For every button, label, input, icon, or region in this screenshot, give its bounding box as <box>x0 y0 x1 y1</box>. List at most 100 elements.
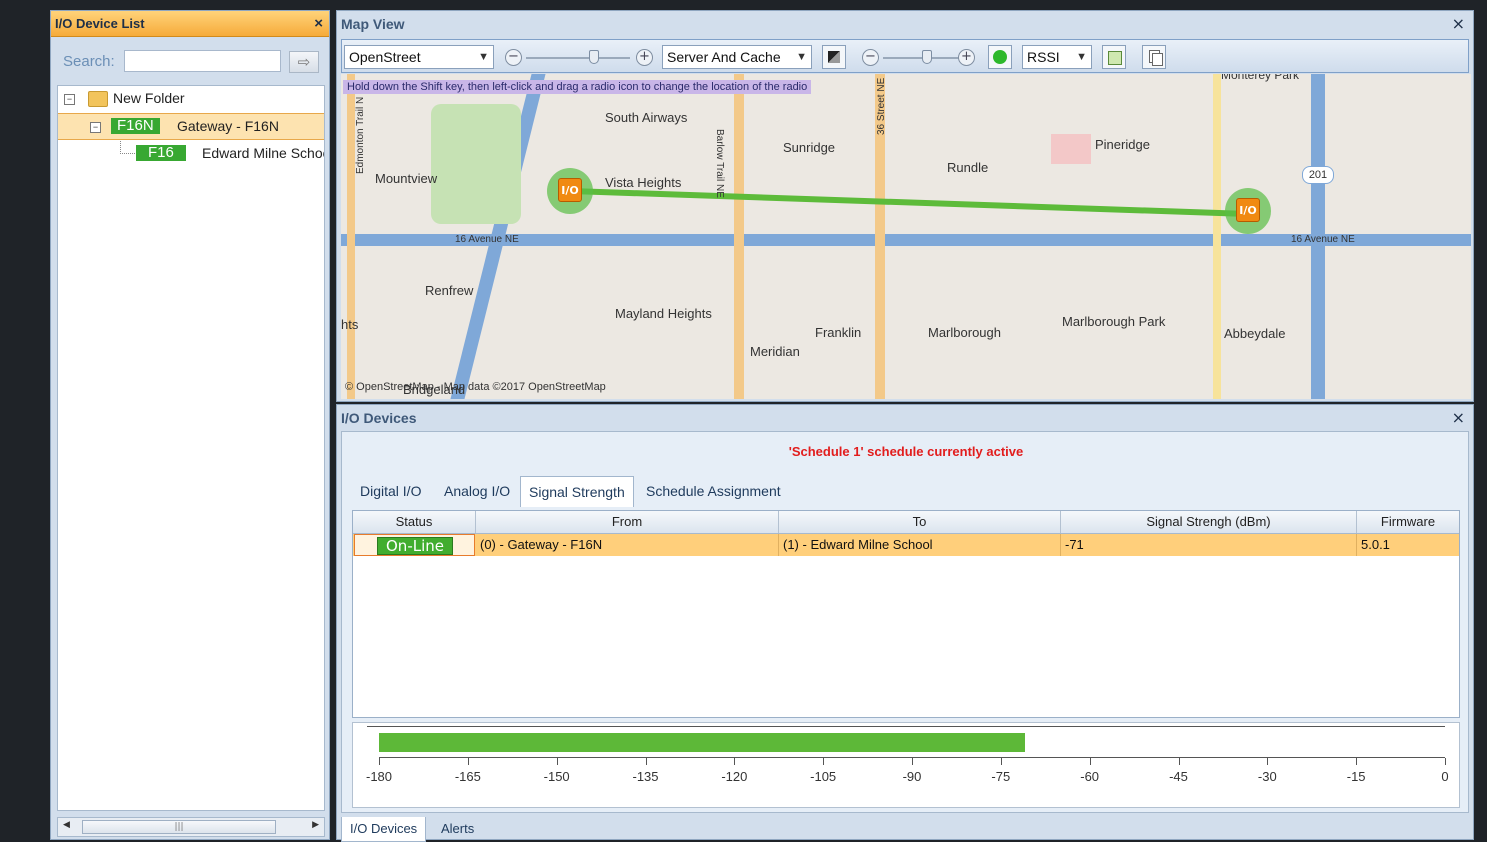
zoom-in-icon[interactable]: + <box>636 49 653 66</box>
devices-content: 'Schedule 1' schedule currently active D… <box>341 431 1469 813</box>
schedule-status: 'Schedule 1' schedule currently active <box>788 444 1024 459</box>
io-device-list-panel: I/O Device List × Search: ⇨ − New Folder… <box>50 10 330 840</box>
meter-tick-label: -75 <box>991 769 1011 784</box>
horizontal-scrollbar[interactable]: ◀ ||| ▶ <box>57 817 325 837</box>
chevron-down-icon: ▼ <box>796 51 807 63</box>
column-header-firmware[interactable]: Firmware <box>1357 511 1459 533</box>
map-road-label: 16 Avenue NE <box>455 234 519 245</box>
tab-schedule-assignment[interactable]: Schedule Assignment <box>638 476 789 506</box>
meter-tick-label: -135 <box>632 769 659 784</box>
map-toolbar: OpenStreet ▼ − + Server And Cache ▼ − + … <box>341 39 1469 73</box>
zoom-out-icon[interactable]: − <box>505 49 522 66</box>
map-source-select[interactable]: OpenStreet ▼ <box>344 45 494 69</box>
map-place-label: hts <box>341 317 359 332</box>
meter-tick <box>1000 758 1002 765</box>
column-header-signal[interactable]: Signal Strengh (dBm) <box>1061 511 1357 533</box>
meter-tick-label: -45 <box>1169 769 1188 784</box>
map-hint: Hold down the Shift key, then left-click… <box>343 80 812 94</box>
tree-item-gateway[interactable]: − F16N Gateway - F16N <box>58 113 324 140</box>
io-radio-icon: I/O <box>558 178 582 202</box>
status-indicator-icon[interactable] <box>988 45 1012 69</box>
column-header-status[interactable]: Status <box>353 511 476 533</box>
search-input[interactable] <box>124 50 281 72</box>
meter-tick <box>912 758 913 765</box>
meter-tick <box>823 758 825 765</box>
radio-marker-gateway[interactable]: I/O <box>547 168 593 214</box>
meter-tick-label: 0 <box>1441 769 1449 784</box>
zoom-slider-thumb[interactable] <box>589 50 599 64</box>
meter-tick <box>467 758 469 765</box>
meter-tick-label: -60 <box>1080 769 1100 784</box>
meter-tick <box>734 758 736 765</box>
table-header: Status From To Signal Strengh (dBm) Firm… <box>353 511 1459 534</box>
tree-item-device[interactable]: F16 Edward Milne School <box>58 141 324 166</box>
meter-tick-label: -90 <box>902 769 922 784</box>
opacity-up-icon[interactable]: + <box>958 49 975 66</box>
opacity-slider-track[interactable] <box>883 57 959 59</box>
meter-tick-label: -30 <box>1257 769 1277 784</box>
radio-marker-device[interactable]: I/O <box>1225 188 1271 234</box>
map-road-label: Barlow Trail NE <box>714 129 725 198</box>
panel-title-text: I/O Device List <box>55 16 145 31</box>
meter-tick-label: -120 <box>721 769 748 784</box>
tab-alerts[interactable]: Alerts <box>433 817 482 841</box>
search-go-button[interactable]: ⇨ <box>289 51 319 73</box>
cell-firmware: 5.0.1 <box>1361 537 1390 552</box>
close-icon[interactable]: × <box>314 11 323 37</box>
tree-item-label: New Folder <box>113 90 185 106</box>
zoom-slider-track[interactable] <box>526 57 630 59</box>
meter-tick <box>1089 758 1091 765</box>
tab-io-devices[interactable]: I/O Devices <box>341 817 427 842</box>
cell-signal: -71 <box>1061 534 1357 556</box>
meter-tick-label: -165 <box>454 769 481 784</box>
map-place-label: Rundle <box>947 160 989 175</box>
search-label: Search: <box>63 53 115 70</box>
io-radio-icon: I/O <box>1236 198 1260 222</box>
meter-tick <box>379 758 380 765</box>
image-export-icon[interactable] <box>1102 45 1126 69</box>
tree-connector <box>120 141 135 154</box>
map-place-label: Mountview <box>375 171 438 186</box>
close-icon[interactable]: × <box>1452 408 1465 427</box>
opacity-down-icon[interactable]: − <box>862 49 879 66</box>
collapse-icon[interactable]: − <box>90 122 101 133</box>
io-devices-panel: I/O Devices × 'Schedule 1' schedule curr… <box>336 404 1474 842</box>
panel-title: Map View <box>341 16 405 32</box>
cache-mode-value: Server And Cache <box>667 49 781 65</box>
tree-item-folder[interactable]: − New Folder <box>58 86 324 111</box>
meter-tick <box>645 758 647 765</box>
meter-tick-label: -105 <box>810 769 837 784</box>
radio-link-line <box>570 188 1249 217</box>
signal-meter: -180 -165 -150 -135 -120 -105 -90 -75 -60 -45 -30-… <box>352 722 1460 808</box>
cell-from: (0) - Gateway - F16N <box>476 534 779 556</box>
map-place-label: Renfrew <box>425 283 474 298</box>
close-icon[interactable]: × <box>1452 14 1465 33</box>
map-road-label: 36 Street NE <box>876 77 887 135</box>
column-header-to[interactable]: To <box>779 511 1061 533</box>
metric-value: RSSI <box>1027 49 1060 65</box>
cell-to: (1) - Edward Milne School <box>779 534 1061 556</box>
metric-select[interactable]: RSSI ▼ <box>1022 45 1092 69</box>
contrast-icon[interactable] <box>822 45 846 69</box>
tab-signal-strength[interactable]: Signal Strength <box>520 476 634 507</box>
device-tag: F16 <box>136 145 186 161</box>
map-place-label: Marlborough <box>928 325 1001 340</box>
map-place-label: Pineridge <box>1095 137 1150 152</box>
scroll-thumb[interactable]: ||| <box>82 820 276 834</box>
scroll-left-icon[interactable]: ◀ <box>63 820 70 830</box>
tree-item-label: Edward Milne School <box>202 145 324 161</box>
collapse-icon[interactable]: − <box>64 94 75 105</box>
copy-icon[interactable] <box>1142 45 1166 69</box>
table-row[interactable]: On-Line (0) - Gateway - F16N (1) - Edwar… <box>353 534 1459 556</box>
map-canvas[interactable]: Hold down the Shift key, then left-click… <box>341 74 1471 399</box>
tab-digital-io[interactable]: Digital I/O <box>352 476 429 506</box>
cache-mode-select[interactable]: Server And Cache ▼ <box>662 45 812 69</box>
tab-analog-io[interactable]: Analog I/O <box>436 476 518 506</box>
meter-tick <box>1267 758 1269 765</box>
opacity-slider-thumb[interactable] <box>922 50 932 64</box>
meter-tick <box>1445 758 1446 765</box>
map-view-panel: Map View × OpenStreet ▼ − + Server And C… <box>336 10 1474 402</box>
scroll-right-icon[interactable]: ▶ <box>312 820 319 830</box>
chevron-down-icon: ▼ <box>478 51 489 63</box>
column-header-from[interactable]: From <box>476 511 779 533</box>
